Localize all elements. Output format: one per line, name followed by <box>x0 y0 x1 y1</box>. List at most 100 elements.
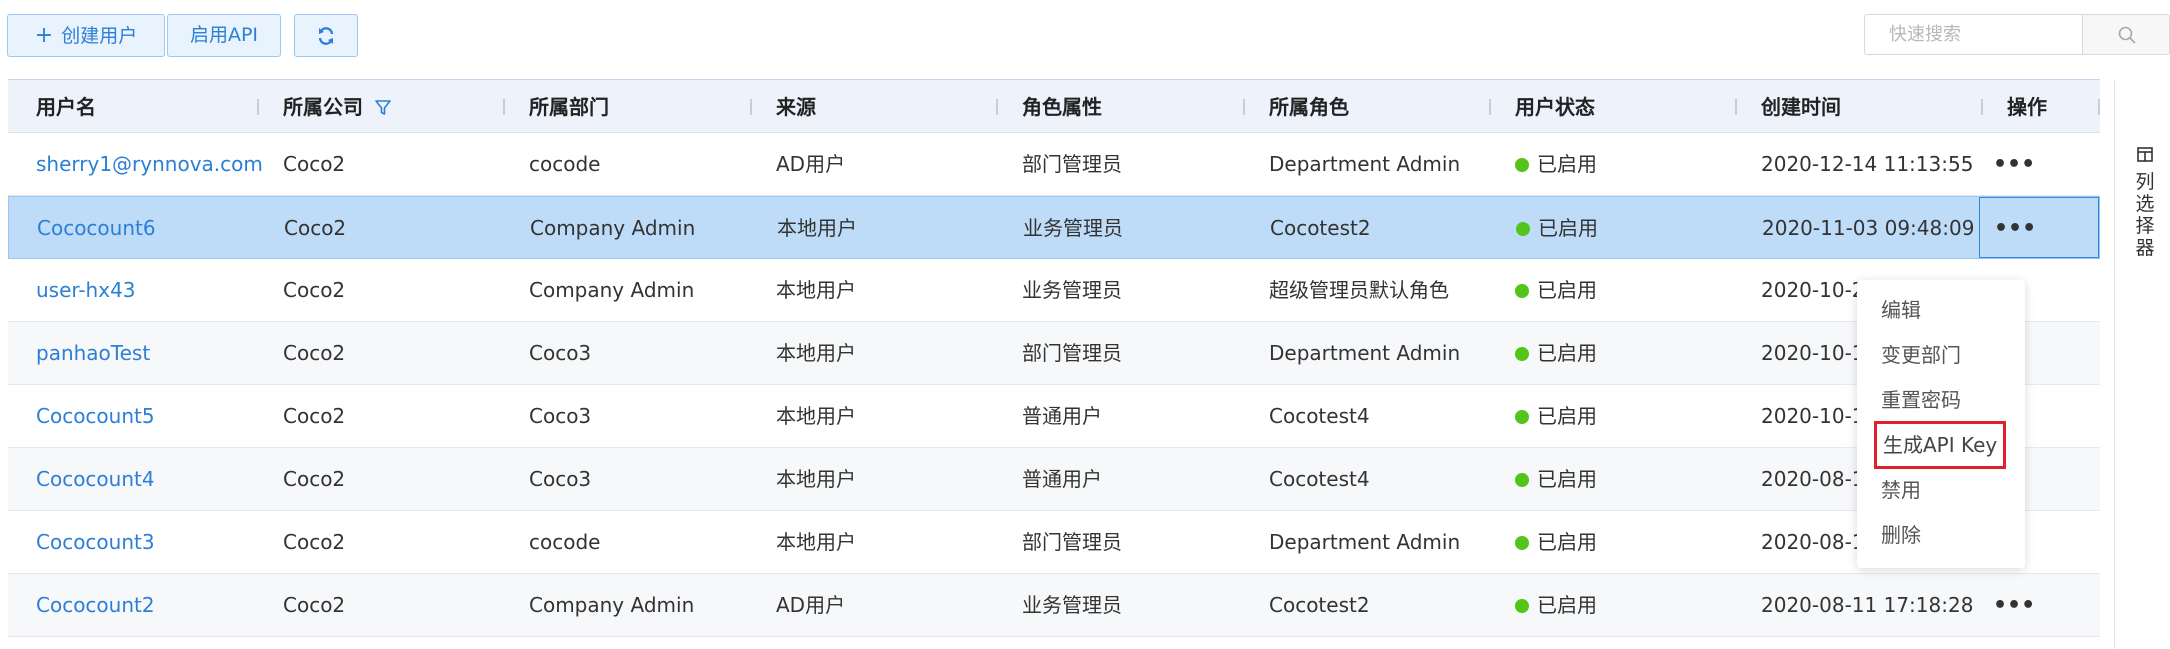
column-divider[interactable] <box>1981 99 1983 115</box>
table-row[interactable]: Cococount3 Coco2 cocode 本地用户 部门管理员 Depar… <box>8 511 2100 574</box>
row-actions-menu: 编辑 变更部门 重置密码 生成API Key 禁用 删除 <box>1857 280 2025 568</box>
search-icon <box>2118 26 2136 44</box>
status-dot-icon <box>1515 599 1529 613</box>
username-link[interactable]: user-hx43 <box>36 259 136 322</box>
status-text: 已启用 <box>1537 404 1597 428</box>
source-cell: 本地用户 <box>776 278 856 302</box>
menu-item-reset-password[interactable]: 重置密码 <box>1881 378 1961 422</box>
company-cell: Coco2 <box>283 593 346 617</box>
created-cell: 2020-10-1 <box>1761 404 1865 428</box>
company-cell: Coco2 <box>283 530 346 554</box>
status-text: 已启用 <box>1537 593 1597 617</box>
more-icon[interactable]: ••• <box>1993 574 2035 637</box>
menu-item-change-department[interactable]: 变更部门 <box>1881 333 1961 377</box>
username-link[interactable]: Cococount5 <box>36 385 155 448</box>
menu-item-disable[interactable]: 禁用 <box>1881 468 1921 512</box>
create-user-button[interactable]: + 创建用户 <box>7 14 165 57</box>
source-cell: AD用户 <box>776 593 846 617</box>
company-cell: Coco2 <box>283 341 346 365</box>
status-dot-icon <box>1515 158 1529 172</box>
username-link[interactable]: Cococount2 <box>36 574 155 637</box>
column-header-department[interactable]: 所属部门 <box>529 80 609 134</box>
column-divider[interactable] <box>996 99 998 115</box>
column-divider[interactable] <box>257 99 259 115</box>
columns-icon <box>2137 147 2153 162</box>
role-cell: Cocotest2 <box>1269 593 1370 617</box>
role-attr-cell: 普通用户 <box>1022 404 1102 428</box>
created-cell: 2020-11-03 09:48:09 <box>1762 216 1975 240</box>
column-header-username[interactable]: 用户名 <box>36 80 96 134</box>
column-header-role[interactable]: 所属角色 <box>1269 80 1349 134</box>
table-row[interactable]: user-hx43 Coco2 Company Admin 本地用户 业务管理员… <box>8 259 2100 322</box>
role-cell: Cocotest4 <box>1269 467 1370 491</box>
table-row[interactable]: panhaoTest Coco2 Coco3 本地用户 部门管理员 Depart… <box>8 322 2100 385</box>
status-dot-icon <box>1516 222 1530 236</box>
company-cell: Coco2 <box>283 152 346 176</box>
status-cell: 已启用 <box>1515 322 1597 385</box>
username-link[interactable]: sherry1@rynnova.com <box>36 133 263 196</box>
column-header-company[interactable]: 所属公司 <box>283 80 363 134</box>
create-user-label: 创建用户 <box>61 25 138 47</box>
status-cell: 已启用 <box>1515 259 1597 322</box>
column-picker[interactable]: 列选择器 <box>2114 79 2170 649</box>
column-divider[interactable] <box>1489 99 1491 115</box>
enable-api-button[interactable]: 启用API <box>167 14 281 57</box>
more-icon[interactable]: ••• <box>1994 197 2036 260</box>
status-cell: 已启用 <box>1516 197 1598 260</box>
table-header: 用户名 所属公司 所属部门 来源 角色属性 所属角色 用户状态 创建时间 操作 <box>8 79 2100 133</box>
role-cell: Department Admin <box>1269 341 1461 365</box>
status-dot-icon <box>1515 536 1529 550</box>
status-text: 已启用 <box>1537 467 1597 491</box>
table-row-selected[interactable]: Cococount6 Coco2 Company Admin 本地用户 业务管理… <box>8 196 2100 259</box>
created-cell: 2020-10-1 <box>1761 341 1865 365</box>
column-header-source[interactable]: 来源 <box>776 80 816 134</box>
company-cell: Coco2 <box>283 404 346 428</box>
role-cell: Cocotest2 <box>1270 216 1371 240</box>
column-divider[interactable] <box>750 99 752 115</box>
refresh-button[interactable] <box>294 14 358 57</box>
column-header-created[interactable]: 创建时间 <box>1761 80 1841 134</box>
column-divider[interactable] <box>1243 99 1245 115</box>
company-cell: Coco2 <box>283 467 346 491</box>
source-cell: 本地用户 <box>776 467 856 491</box>
menu-item-generate-api-key[interactable]: 生成API Key <box>1874 421 2007 469</box>
table-row[interactable]: Cococount4 Coco2 Coco3 本地用户 普通用户 Cocotes… <box>8 448 2100 511</box>
column-header-actions: 操作 <box>2007 95 2047 119</box>
department-cell: Coco3 <box>529 341 592 365</box>
menu-item-delete[interactable]: 删除 <box>1881 513 1921 557</box>
company-cell: Coco2 <box>284 216 347 240</box>
more-icon[interactable]: ••• <box>1993 133 2035 196</box>
username-link[interactable]: Cococount6 <box>37 197 156 260</box>
plus-icon: + <box>34 23 54 48</box>
column-divider[interactable] <box>503 99 505 115</box>
department-cell: Company Admin <box>529 278 695 302</box>
search-button[interactable] <box>2082 14 2170 55</box>
role-attr-cell: 普通用户 <box>1022 467 1102 491</box>
department-cell: Coco3 <box>529 467 592 491</box>
column-header-status[interactable]: 用户状态 <box>1515 80 1595 134</box>
role-attr-cell: 业务管理员 <box>1022 593 1122 617</box>
search-input[interactable] <box>1864 14 2107 55</box>
status-dot-icon <box>1515 347 1529 361</box>
status-dot-icon <box>1515 410 1529 424</box>
table-row[interactable]: Cococount5 Coco2 Coco3 本地用户 普通用户 Cocotes… <box>8 385 2100 448</box>
menu-item-edit[interactable]: 编辑 <box>1881 288 1921 332</box>
table-row[interactable]: sherry1@rynnova.com Coco2 cocode AD用户 部门… <box>8 133 2100 196</box>
username-link[interactable]: panhaoTest <box>36 322 150 385</box>
role-attr-cell: 部门管理员 <box>1022 530 1122 554</box>
department-cell: Company Admin <box>530 216 696 240</box>
role-attr-cell: 部门管理员 <box>1022 152 1122 176</box>
role-attr-cell: 业务管理员 <box>1022 278 1122 302</box>
source-cell: 本地用户 <box>776 530 856 554</box>
column-header-role-attr[interactable]: 角色属性 <box>1022 80 1102 134</box>
status-cell: 已启用 <box>1515 511 1597 574</box>
created-cell: 2020-08-11 17:18:28 <box>1761 593 1974 617</box>
table-row[interactable]: Cococount2 Coco2 Company Admin AD用户 业务管理… <box>8 574 2100 637</box>
department-cell: cocode <box>529 530 601 554</box>
username-link[interactable]: Cococount4 <box>36 448 155 511</box>
username-link[interactable]: Cococount3 <box>36 511 155 574</box>
source-cell: 本地用户 <box>776 404 856 428</box>
column-divider[interactable] <box>1735 99 1737 115</box>
source-cell: 本地用户 <box>777 216 857 240</box>
filter-icon[interactable] <box>374 99 392 117</box>
